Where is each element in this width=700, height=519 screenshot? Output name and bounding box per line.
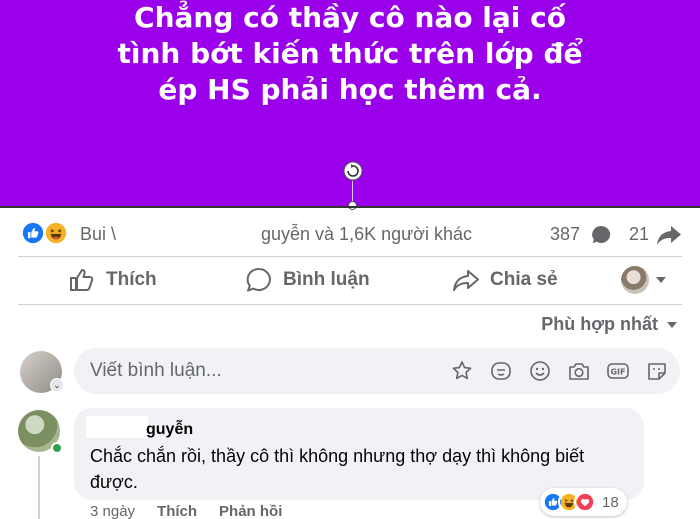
sort-label: Phù hợp nhất [541, 314, 658, 334]
share-button[interactable]: Chia sẻ [452, 257, 558, 303]
thread-line [38, 456, 40, 519]
gif-icon[interactable]: GIF [605, 358, 631, 384]
divider-bottom [18, 304, 682, 305]
reaction-profile-switcher[interactable] [621, 266, 667, 294]
camera-icon[interactable] [566, 358, 592, 384]
like-button[interactable]: Thích [68, 257, 157, 303]
banner-line-1: Chẳng có thầy cô nào lại cố [134, 1, 566, 34]
comment-text: Chắc chắn rồi, thầy cô thì không nhưng t… [90, 446, 585, 492]
gif-sticker-icon[interactable] [488, 358, 514, 384]
like-label: Thích [106, 269, 157, 290]
share-arrow-icon [453, 270, 479, 291]
comment-input[interactable] [90, 360, 430, 382]
emoji-icon[interactable] [527, 358, 553, 384]
redacted-name-mask [86, 416, 148, 438]
reactors-names-left[interactable]: Bui \ [80, 224, 116, 245]
profile-avatar [621, 266, 649, 294]
comment-like-link[interactable]: Thích [157, 503, 197, 519]
comment-button[interactable]: Bình luận [245, 257, 370, 303]
banner-text: Chẳng có thầy cô nào lại cố tình bớt kiế… [0, 0, 700, 108]
share-label: Chia sẻ [490, 269, 558, 290]
rotate-icon[interactable] [343, 161, 363, 181]
rotate-handle-line [352, 181, 353, 203]
reactors-names-right[interactable]: guyễn và 1,6K người khác [261, 224, 472, 245]
comment-count-icon [592, 225, 611, 244]
love-icon [574, 491, 596, 513]
sticker-icon[interactable] [644, 358, 670, 384]
svg-text:GIF: GIF [610, 368, 625, 377]
banner-line-3: ép HS phải học thêm cả. [158, 73, 542, 106]
share-count[interactable]: 21 [629, 224, 649, 245]
comment-count[interactable]: 387 [550, 224, 580, 245]
comment-sort-dropdown[interactable]: Phù hợp nhất [541, 314, 678, 335]
composer-tools: GIF [449, 358, 670, 384]
comment-time[interactable]: 3 ngày [90, 503, 135, 519]
speech-bubble-icon [246, 267, 271, 292]
comment-reply-link[interactable]: Phản hồi [219, 503, 282, 519]
post-actions: Thích Bình luận Chia sẻ [0, 257, 700, 303]
share-count-icon [657, 226, 681, 245]
haha-icon[interactable] [43, 220, 69, 246]
comment-composer[interactable]: GIF [74, 348, 680, 394]
comment-reactions[interactable]: 18 [540, 488, 627, 516]
comment-reaction-count: 18 [602, 493, 619, 511]
online-status-dot [51, 442, 63, 454]
comment-label: Bình luận [283, 269, 370, 290]
post-stats: Bui \ guyễn và 1,6K người khác 387 21 [0, 208, 700, 248]
chevron-down-icon [656, 277, 666, 283]
banner-line-2: tình bớt kiến thức trên lớp để [117, 37, 583, 70]
sticker-avatar-icon[interactable] [449, 358, 475, 384]
chevron-down-icon [667, 321, 677, 328]
comment-author[interactable]: guyễn [146, 421, 193, 439]
avatar-caret-icon[interactable]: ⌄ [50, 378, 64, 392]
thumbs-up-icon [70, 269, 94, 291]
comment-meta: 3 ngày Thích Phản hồi [90, 503, 282, 519]
